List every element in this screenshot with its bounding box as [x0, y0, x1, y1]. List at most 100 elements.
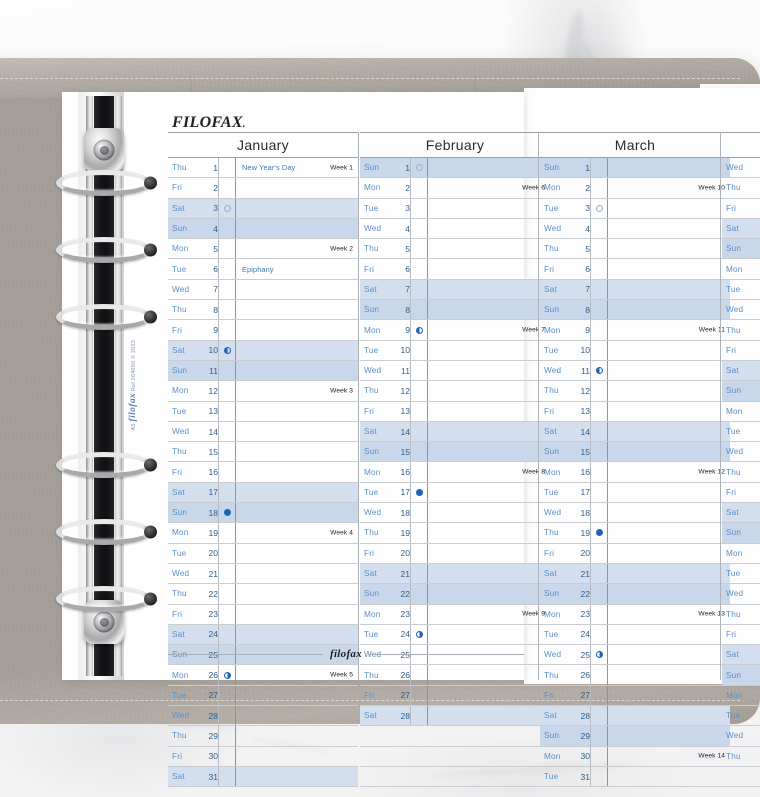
day-row[interactable]: Sat 28 [540, 706, 730, 727]
day-notes-area[interactable]: Week 2 [236, 239, 358, 258]
day-notes-area[interactable] [236, 767, 358, 786]
day-row[interactable]: Fri 2 [168, 178, 358, 199]
day-row[interactable]: Tue 6 Epiphany [168, 259, 358, 280]
day-notes-area[interactable] [428, 483, 550, 502]
day-notes-area[interactable] [236, 625, 358, 644]
day-row[interactable]: Tue 28 [722, 706, 760, 727]
day-notes-area[interactable] [608, 483, 730, 502]
day-row[interactable]: Sat 21 [360, 563, 550, 585]
day-row[interactable]: Fri 24 [722, 625, 760, 646]
day-row[interactable]: Wed 18 [540, 503, 730, 524]
day-notes-area[interactable] [428, 219, 550, 238]
day-row[interactable]: Sat 10 [168, 340, 358, 361]
day-notes-area[interactable]: New Year's Day Week 1 [236, 158, 358, 177]
day-notes-area[interactable] [236, 483, 358, 502]
day-row[interactable]: Wed 11 [360, 360, 550, 382]
day-row[interactable]: Thu 9 [722, 320, 760, 341]
day-notes-area[interactable] [236, 341, 358, 360]
day-row[interactable]: Sat 24 [168, 624, 358, 646]
day-notes-area[interactable] [236, 219, 358, 238]
day-row[interactable]: Sat 14 [540, 421, 730, 443]
day-notes-area[interactable] [428, 422, 550, 441]
day-row[interactable]: Wed 7 [168, 279, 358, 301]
day-row[interactable]: Sun 26 [722, 665, 760, 686]
day-notes-area[interactable] [608, 381, 730, 400]
day-row[interactable]: Wed 18 [360, 503, 550, 524]
day-notes-area[interactable] [236, 320, 358, 339]
day-row[interactable]: Thu 29 [168, 726, 358, 747]
day-row[interactable]: Fri 23 [168, 604, 358, 625]
day-row[interactable]: Thu 12 [540, 381, 730, 402]
day-row[interactable]: Thu 30 [722, 747, 760, 767]
day-notes-area[interactable]: Week 13 [608, 605, 730, 624]
day-row[interactable]: Thu 16 [722, 462, 760, 483]
day-row[interactable]: Tue 17 [360, 482, 550, 504]
day-row[interactable]: Mon 20 [722, 544, 760, 564]
day-row[interactable]: Mon 2 Week 6 [360, 178, 550, 199]
day-notes-area[interactable] [428, 544, 550, 563]
day-row[interactable]: Fri 30 [168, 746, 358, 767]
day-row[interactable]: Wed 28 [168, 706, 358, 727]
day-row[interactable]: Thu 26 [540, 665, 730, 686]
day-notes-area[interactable]: Week 8 [428, 462, 550, 481]
day-row[interactable]: Sun 8 [540, 300, 730, 321]
day-row[interactable]: Tue 21 [722, 564, 760, 585]
day-notes-area[interactable] [428, 665, 550, 684]
day-notes-area[interactable]: Week 9 [428, 605, 550, 624]
day-notes-area[interactable] [608, 584, 730, 603]
day-notes-area[interactable] [236, 544, 358, 563]
day-row[interactable]: Wed 4 [360, 218, 550, 240]
day-notes-area[interactable] [608, 503, 730, 522]
day-row[interactable]: Mon 30 Week 14 [540, 746, 730, 767]
day-row[interactable]: Sat 31 [168, 766, 358, 788]
day-notes-area[interactable] [608, 645, 730, 664]
day-row[interactable]: Fri 13 [540, 401, 730, 422]
day-row[interactable]: Sun 22 [360, 584, 550, 605]
day-notes-area[interactable] [608, 442, 730, 461]
day-notes-area[interactable] [608, 280, 730, 299]
day-notes-area[interactable] [236, 422, 358, 441]
day-row[interactable]: Sat 7 [540, 279, 730, 301]
day-row[interactable]: Sat 4 [722, 218, 760, 240]
day-row[interactable]: Fri 27 [360, 685, 550, 707]
day-notes-area[interactable] [236, 686, 358, 705]
day-row[interactable]: Sat 18 [722, 503, 760, 524]
day-notes-area[interactable] [428, 158, 550, 177]
day-row[interactable]: Sun 22 [540, 584, 730, 605]
day-row[interactable]: Mon 12 Week 3 [168, 381, 358, 402]
day-row[interactable]: Mon 19 Week 4 [168, 523, 358, 544]
day-row[interactable]: Thu 2 [722, 178, 760, 199]
day-row[interactable]: Fri 20 [360, 543, 550, 564]
day-notes-area[interactable] [428, 361, 550, 380]
day-notes-area[interactable] [236, 442, 358, 461]
day-row[interactable]: Wed 4 [540, 218, 730, 240]
day-notes-area[interactable] [608, 665, 730, 684]
day-row[interactable]: Mon 6 [722, 259, 760, 280]
day-row[interactable]: Thu 5 [540, 239, 730, 260]
day-notes-area[interactable]: Week 4 [236, 523, 358, 542]
day-row[interactable]: Fri 6 [360, 259, 550, 280]
day-notes-area[interactable] [428, 402, 550, 421]
day-notes-area[interactable] [236, 726, 358, 745]
day-row[interactable]: Wed 21 [168, 563, 358, 585]
day-row[interactable]: Thu 22 [168, 584, 358, 605]
day-row[interactable]: Tue 13 [168, 401, 358, 422]
day-notes-area[interactable] [236, 503, 358, 522]
day-notes-area[interactable]: Week 14 [608, 747, 730, 766]
day-notes-area[interactable] [428, 280, 550, 299]
day-row[interactable]: Wed 29 [722, 726, 760, 747]
day-row[interactable]: Sun 18 [168, 503, 358, 524]
day-row[interactable]: Thu 19 [540, 523, 730, 544]
day-notes-area[interactable] [608, 726, 730, 745]
day-row[interactable]: Mon 26 Week 5 [168, 665, 358, 686]
day-notes-area[interactable] [608, 402, 730, 421]
day-row[interactable]: Sat 28 [360, 706, 550, 727]
day-row[interactable]: Wed 14 [168, 421, 358, 443]
day-notes-area[interactable] [428, 341, 550, 360]
day-notes-area[interactable] [428, 381, 550, 400]
day-notes-area[interactable] [236, 361, 358, 380]
day-row[interactable]: Wed 11 [540, 360, 730, 382]
day-row[interactable]: Sun 19 [722, 523, 760, 544]
day-notes-area[interactable] [428, 523, 550, 542]
day-row[interactable]: Wed 25 [540, 645, 730, 666]
